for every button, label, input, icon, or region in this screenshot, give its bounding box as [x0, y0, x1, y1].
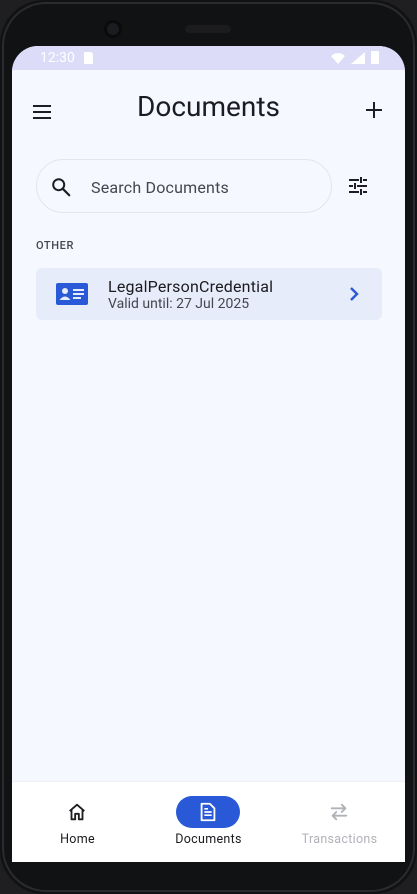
- chevron-right-icon: [350, 287, 359, 301]
- status-icons: [331, 51, 379, 64]
- top-app-bar: Documents: [12, 70, 405, 150]
- battery-icon: [371, 51, 379, 64]
- search-icon: [52, 178, 71, 197]
- id-card-icon: [56, 283, 88, 305]
- earpiece-speaker: [185, 25, 231, 33]
- page-title: Documents: [137, 90, 280, 123]
- phone-frame: 12:30 Documents Search Documents OTHER L…: [0, 0, 417, 894]
- add-icon[interactable]: [362, 98, 386, 122]
- nav-transactions-label: Transactions: [301, 832, 378, 847]
- home-icon: [69, 803, 85, 821]
- signal-icon: [351, 51, 365, 64]
- nav-transactions[interactable]: Transactions: [274, 782, 405, 862]
- section-label: OTHER: [36, 239, 74, 252]
- nav-home-label: Home: [60, 832, 95, 847]
- nav-documents-label: Documents: [175, 832, 242, 847]
- wifi-icon: [331, 52, 345, 64]
- nav-home[interactable]: Home: [12, 782, 143, 862]
- document-validity: Valid until: 27 Jul 2025: [108, 296, 250, 312]
- nav-documents[interactable]: Documents: [143, 782, 274, 862]
- search-bar[interactable]: [36, 159, 332, 214]
- sd-card-icon: [84, 52, 93, 64]
- filter-icon[interactable]: [346, 174, 370, 198]
- document-title: LegalPersonCredential: [108, 277, 274, 296]
- app-screen: 12:30 Documents Search Documents OTHER L…: [12, 46, 405, 862]
- status-time: 12:30: [40, 50, 75, 66]
- bottom-navigation: Home Documents Transactions: [12, 781, 405, 862]
- swap-arrows-icon: [330, 803, 348, 821]
- search-input[interactable]: [89, 160, 323, 214]
- status-bar: 12:30: [12, 46, 405, 70]
- front-camera: [104, 20, 122, 38]
- document-icon: [200, 802, 216, 822]
- document-item[interactable]: LegalPersonCredential Valid until: 27 Ju…: [36, 268, 382, 320]
